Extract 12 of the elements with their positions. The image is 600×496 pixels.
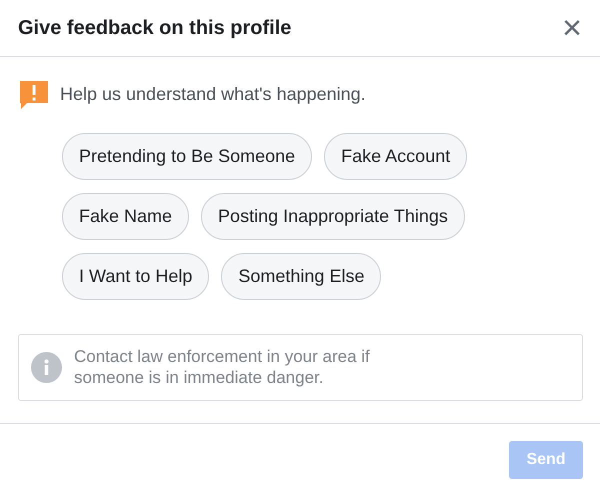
option-chip[interactable]: I Want to Help: [62, 253, 210, 300]
option-chip[interactable]: Something Else: [221, 253, 382, 300]
option-chip[interactable]: Fake Name: [62, 193, 190, 240]
option-chip[interactable]: Posting Inappropriate Things: [201, 193, 465, 240]
prompt-text: Help us understand what's happening.: [60, 82, 366, 106]
close-button[interactable]: ×: [558, 11, 586, 45]
notice-text: Contact law enforcement in your area if someone is in immediate danger.: [74, 347, 371, 388]
option-chip[interactable]: Pretending to Be Someone: [62, 133, 312, 180]
option-chip[interactable]: Fake Account: [324, 133, 468, 180]
info-icon: [31, 352, 62, 383]
dialog-title: Give feedback on this profile: [18, 16, 292, 40]
alert-icon: [18, 79, 50, 109]
